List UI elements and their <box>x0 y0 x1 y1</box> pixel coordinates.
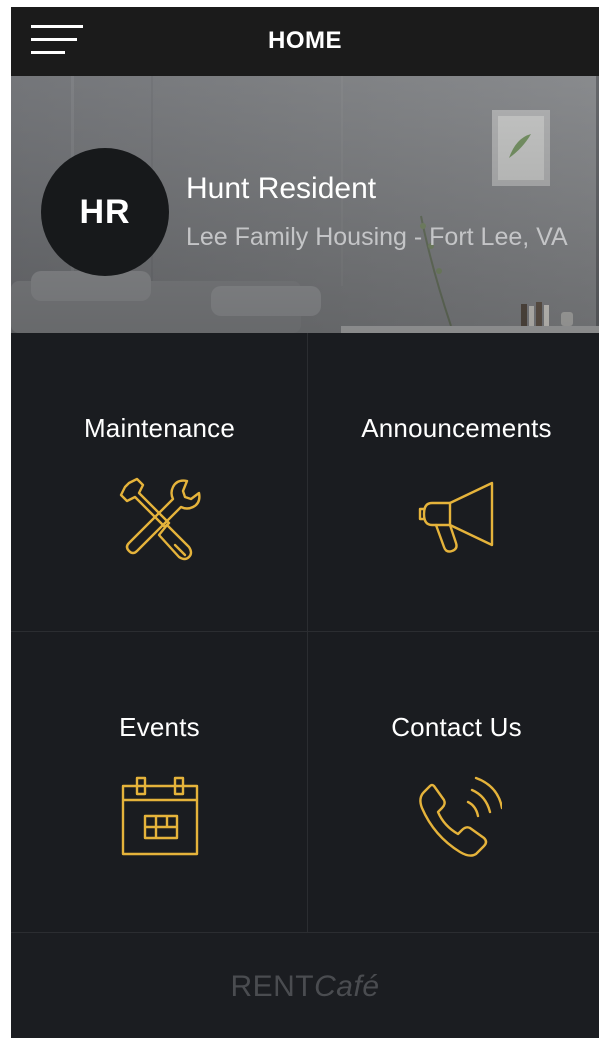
tile-label: Maintenance <box>83 413 236 443</box>
hamburger-menu-icon <box>31 25 83 54</box>
megaphone-icon <box>412 473 502 563</box>
profile-banner: HR Hunt Resident Lee Family Housing - Fo… <box>11 76 599 333</box>
home-menu-grid: Maintenance Announcements Events Contact… <box>11 333 599 932</box>
page-title: HOME <box>268 27 342 54</box>
property-name: Lee Family Housing - Fort Lee, VA <box>186 223 568 251</box>
avatar[interactable]: HR <box>41 148 169 276</box>
contact-us-tile[interactable]: Contact Us <box>308 632 599 930</box>
logo-cafe: Café <box>314 970 380 1003</box>
calendar-icon <box>115 772 205 862</box>
tools-icon <box>115 473 205 563</box>
events-tile[interactable]: Events <box>11 632 308 930</box>
announcements-tile[interactable]: Announcements <box>308 333 599 631</box>
footer-bar: RENTCafé <box>11 932 599 1038</box>
rentcafe-logo: RENTCafé <box>11 970 599 1004</box>
app-screen: HOME HR Hunt Resident Lee Family Housing… <box>11 7 599 1038</box>
logo-rent: RENT <box>230 970 315 1003</box>
top-bar: HOME <box>11 7 599 76</box>
tile-label: Events <box>119 712 200 742</box>
maintenance-tile[interactable]: Maintenance <box>11 333 308 631</box>
tile-label: Contact Us <box>391 712 522 742</box>
phone-icon <box>412 772 502 862</box>
resident-name: Hunt Resident <box>186 172 377 205</box>
menu-button[interactable] <box>31 19 87 59</box>
tile-label: Announcements <box>361 413 552 443</box>
